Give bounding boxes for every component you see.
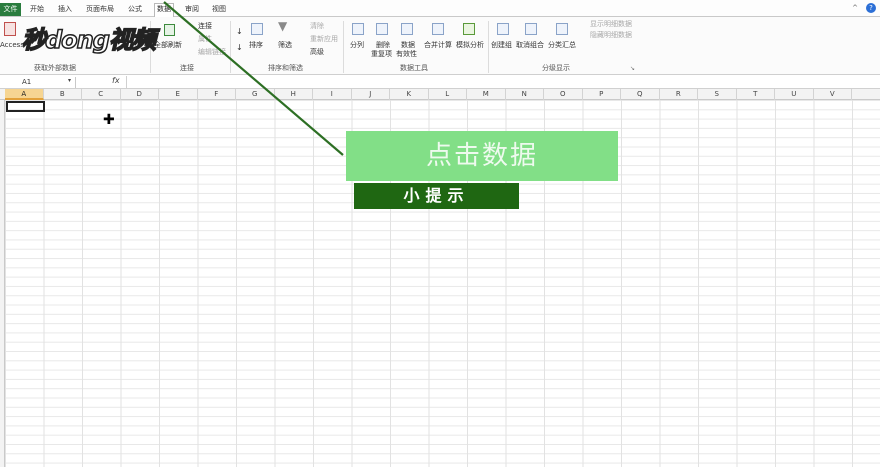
tab-insert[interactable]: 插入 [58,4,72,17]
minimize-ribbon-icon[interactable]: ^ [852,4,858,12]
ungroup-button[interactable]: 取消组合 [516,41,544,50]
sort-icon [251,23,263,35]
column-header-g[interactable]: G [236,89,275,100]
column-header-p[interactable]: P [583,89,621,100]
remove-duplicates-label: 重复项 [371,50,392,58]
column-header-k[interactable]: K [390,89,429,100]
ungroup-icon [525,23,537,35]
edit-links-label: 编辑链接 [198,48,226,56]
group-label-data-tools: 数据工具 [400,64,428,72]
refresh-icon [164,24,175,36]
what-if-icon [463,23,475,35]
reapply-button[interactable]: 重新应用 [300,35,338,44]
clear-button[interactable]: 清除 [300,22,324,31]
group-icon [497,23,509,35]
column-header-d[interactable]: D [121,89,159,100]
group-separator [343,21,344,73]
column-header-f[interactable]: F [198,89,236,100]
filter-button[interactable]: 筛选 [278,41,292,50]
tab-data[interactable]: 数据 [154,3,174,18]
hide-detail-button[interactable]: 隐藏明细数据 [580,31,632,40]
selected-cell-a1[interactable] [6,101,45,112]
tip-box: 小提示 [354,183,519,209]
text-to-columns-icon [352,23,364,35]
row-header-column [0,100,5,467]
sort-az-icon[interactable]: ↓ [236,27,243,36]
column-header-l[interactable]: L [429,89,467,100]
show-detail-label: 显示明细数据 [590,20,632,28]
tab-review[interactable]: 审阅 [185,4,199,17]
text-to-columns-button[interactable]: 分列 [350,41,364,50]
group-label-sort-filter: 排序和筛选 [268,64,303,72]
cell-cursor-icon: ✚ [103,112,115,128]
tab-home[interactable]: 开始 [30,4,44,17]
properties-label: 属性 [198,35,212,43]
column-header-o[interactable]: O [544,89,583,100]
subtotal-icon [556,23,568,35]
group-label-get-external: 获取外部数据 [34,64,76,72]
access-icon [4,22,16,36]
group-separator [230,21,231,73]
sort-button[interactable]: 排序 [249,41,263,50]
column-header-b[interactable]: B [44,89,82,100]
column-header-r[interactable]: R [660,89,698,100]
column-header-i[interactable]: I [313,89,352,100]
group-separator [488,21,489,73]
column-header-q[interactable]: Q [621,89,660,100]
watermark-logo: 秒dong视频 [21,25,156,55]
menu-bar: 文件 开始 插入 页面布局 公式 数据 审阅 视图 ^ ? [0,0,880,18]
refresh-all-button[interactable]: 全部刷新 [154,41,182,50]
excel-window: 文件 开始 插入 页面布局 公式 数据 审阅 视图 ^ ? Access 获取外… [0,0,880,467]
tab-page-layout[interactable]: 页面布局 [86,4,114,17]
column-header-j[interactable]: J [352,89,390,100]
chevron-down-icon[interactable]: ▾ [68,77,71,84]
column-header-e[interactable]: E [159,89,198,100]
advanced-label: 高级 [310,48,324,56]
column-header-a[interactable]: A [5,89,44,100]
what-if-analysis-button[interactable]: 模拟分析 [456,41,484,50]
data-validation-button[interactable]: 数据 [401,41,415,50]
help-icon[interactable]: ? [866,3,876,13]
column-header-n[interactable]: N [506,89,544,100]
column-header-row: ABCDEFGHIJKLMNOPQRSTUV [0,89,880,100]
connections-button[interactable]: 连接 [188,22,212,31]
file-tab[interactable]: 文件 [0,3,21,16]
column-header-s[interactable]: S [698,89,737,100]
properties-button[interactable]: 属性 [188,35,212,44]
column-header-t[interactable]: T [737,89,775,100]
data-validation-label: 有效性 [396,50,417,58]
group-button[interactable]: 创建组 [491,41,512,50]
reapply-label: 重新应用 [310,35,338,43]
fx-icon[interactable]: fx [112,76,120,85]
tab-view[interactable]: 视图 [212,4,226,17]
formula-bar: A1 ▾ fx [0,76,880,89]
formula-input[interactable] [126,76,876,88]
column-header-c[interactable]: C [82,89,121,100]
group-label-outline: 分级显示 [542,64,570,72]
callout-box: 点击数据 [346,131,618,181]
consolidate-icon [432,23,444,35]
hide-detail-label: 隐藏明细数据 [590,31,632,39]
advanced-button[interactable]: 高级 [300,48,324,57]
connections-label: 连接 [198,22,212,30]
filter-icon: ▼ [278,19,288,33]
remove-duplicates-button[interactable]: 删除 [376,41,390,50]
outline-dialog-launcher-icon[interactable]: ↘ [630,64,635,73]
edit-links-button[interactable]: 编辑链接 [188,48,226,57]
show-detail-button[interactable]: 显示明细数据 [580,20,632,29]
column-header-h[interactable]: H [275,89,313,100]
column-header-u[interactable]: U [775,89,814,100]
column-header-v[interactable]: V [814,89,852,100]
data-validation-icon [401,23,413,35]
remove-duplicates-icon [376,23,388,35]
tab-formulas[interactable]: 公式 [128,4,142,17]
group-label-connections: 连接 [180,64,194,72]
sort-za-icon[interactable]: ↓ [236,43,243,52]
access-button[interactable]: Access [0,41,24,50]
name-box[interactable]: A1 [0,77,76,88]
clear-label: 清除 [310,22,324,30]
column-header-m[interactable]: M [467,89,506,100]
consolidate-button[interactable]: 合并计算 [424,41,452,50]
subtotal-button[interactable]: 分类汇总 [548,41,576,50]
